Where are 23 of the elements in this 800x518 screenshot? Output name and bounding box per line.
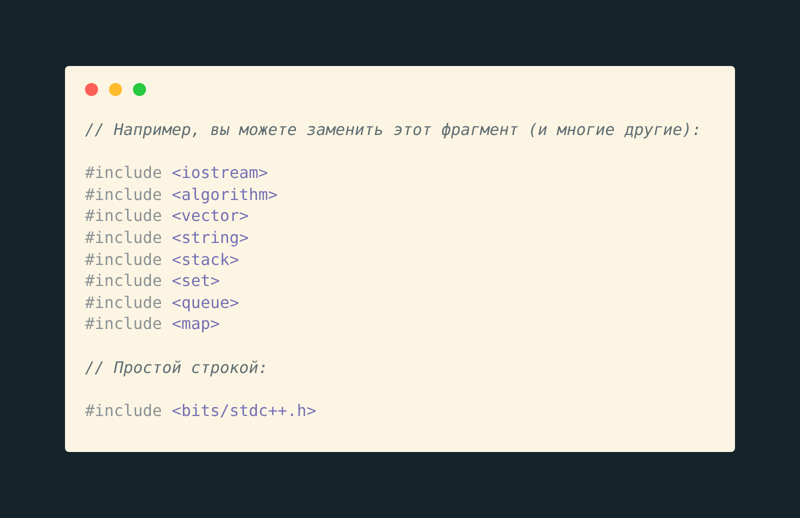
header-name: <vector> bbox=[172, 206, 249, 226]
code-comment: // Простой строкой: bbox=[85, 358, 268, 377]
maximize-icon[interactable] bbox=[133, 83, 146, 96]
include-directive: #include bbox=[85, 206, 162, 226]
include-directive: #include bbox=[85, 271, 162, 290]
include-directive: #include bbox=[85, 250, 162, 269]
header-name: <stack> bbox=[172, 250, 240, 269]
include-directive: #include bbox=[85, 228, 162, 247]
header-name: <iostream> bbox=[172, 163, 268, 182]
include-directive: #include bbox=[85, 184, 162, 204]
include-directive: #include bbox=[85, 314, 162, 334]
header-name: <set> bbox=[172, 271, 220, 290]
header-name: <string> bbox=[172, 228, 249, 247]
header-name: <bits/stdc++.h> bbox=[172, 400, 316, 420]
header-name: <algorithm> bbox=[172, 184, 278, 204]
code-comment: // Например, вы можете заменить этот фрагмент (и многие другие): bbox=[85, 120, 702, 139]
close-icon[interactable] bbox=[85, 83, 98, 96]
header-name: <map> bbox=[172, 314, 220, 334]
include-directive: #include bbox=[85, 292, 162, 312]
include-directive: #include bbox=[85, 163, 162, 182]
include-directive: #include bbox=[85, 400, 162, 420]
header-name: <queue> bbox=[172, 292, 240, 312]
minimize-icon[interactable] bbox=[109, 83, 122, 96]
